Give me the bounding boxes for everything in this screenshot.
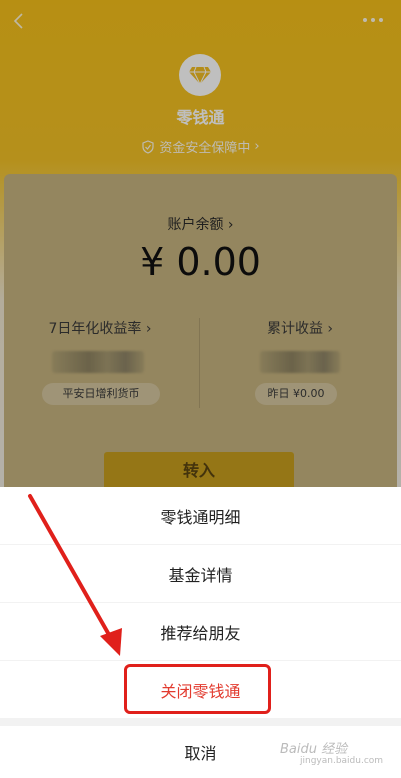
watermark: Baidu 经验 (280, 742, 348, 757)
menu-item-fund-info[interactable]: 基金详情 (0, 545, 401, 602)
menu-item-recommend[interactable]: 推荐给朋友 (0, 603, 401, 660)
annotation-highlight-box (124, 664, 271, 714)
watermark-url: jingyan.baidu.com (300, 756, 384, 766)
menu-item-details[interactable]: 零钱通明细 (0, 487, 401, 544)
